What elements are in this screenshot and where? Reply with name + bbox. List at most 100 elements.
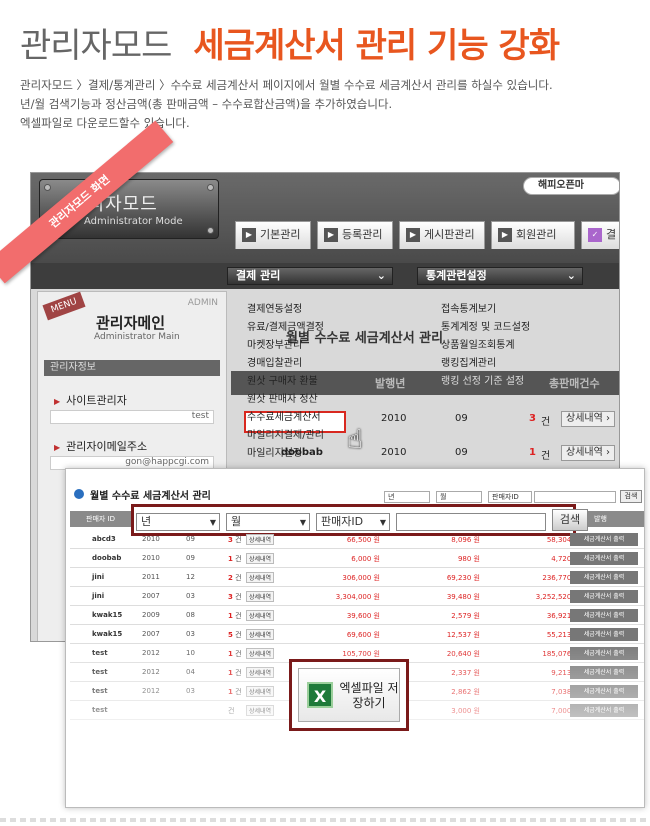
fee-cell: 8,096 원 [451,536,480,544]
seller-select[interactable]: 판매자ID ▼ [316,513,390,531]
month-cell: 09 [186,535,195,543]
select-value: 판매자ID [321,515,364,528]
bg-unit: 건 [541,451,551,462]
tab-register[interactable]: ▶ 등록관리 [317,221,393,249]
title-mode: 관리자모드 [20,26,172,66]
bg-detail-button[interactable]: 상세내역 › [561,411,615,427]
year-select[interactable]: 년 ▼ [136,513,220,531]
menu-item[interactable]: 마일리지결제/관리 [247,427,427,445]
tab-payment[interactable]: ✓ 결 [581,221,619,249]
count-cell: 2 건 [228,573,242,583]
description: 관리자모드 〉결제/통계관리 〉수수료 세금계산서 페이지에서 월별 수수료 세… [20,76,640,133]
detail-button[interactable]: 상세내역 [246,534,275,545]
count-unit: 건 [235,555,242,563]
chevron-down-icon: ▼ [209,518,216,527]
year-cell: 2011 [142,573,160,581]
print-invoice-button[interactable]: 세금계산서 출력 [570,533,638,546]
tab-label: 결 [606,228,617,241]
menu-item[interactable]: 접속통계보기 [441,301,619,319]
count-cell: 3 건 [228,592,242,602]
table-row: abcd3 2010 09 66,500 원 8,096 원 58,304 원 3 건 상세내… [70,531,644,549]
count-unit: 건 [235,612,242,620]
dropdown-label: 통계관련설정 [426,269,487,282]
menu-item[interactable]: 결제연동설정 [247,301,427,319]
excel-label: 엑셀파일 저장하기 [339,681,399,710]
button-label: 상세내역 [566,413,603,424]
menu-item[interactable]: 랭킹 선정 기준 설정 [441,373,619,391]
month-select[interactable]: 월 ▼ [226,513,310,531]
desc-line-3: 엑셀파일로 다운로드할수 있습니다. [20,116,190,130]
arrow-icon: ▶ [406,228,420,242]
menu-item[interactable]: 상품월일조회통계 [441,337,619,355]
table-row: doobab 2010 09 6,000 원 980 원 4,720 원 1 건 상세내역 세금… [70,550,644,568]
search-button[interactable]: 검색 [552,509,588,531]
button-label: 상세내역 [566,447,603,458]
detail-button[interactable]: 상세내역 [246,572,275,583]
sales-cell: 306,000 원 [342,574,380,582]
bg-detail-button[interactable]: 상세내역 › [561,445,615,461]
year-cell: 2010 [142,554,160,562]
stats-menu: 접속통계보기 통계계정 및 코드설정 상품월일조회통계 랭킹집계관리 랭킹 선정… [441,301,619,391]
arrow-icon: ▶ [242,228,256,242]
desc-line-2: 년/월 검색기능과 정산금액(총 판매금액 – 수수료합산금액)을 추가하였습니… [20,97,393,111]
tab-member[interactable]: ▶ 회원관리 [491,221,575,249]
net-cell: 4,720 원 [551,555,580,563]
month-cell: 03 [186,592,195,600]
menu-item[interactable]: 원삿 구매자 환불 [247,373,427,391]
print-invoice-button[interactable]: 세금계산서 출력 [570,552,638,565]
menu-tag: MENU [42,291,86,321]
site-admin-label: 사이트관리자 [54,392,127,408]
payment-dropdown[interactable]: 결제 관리 ⌄ [227,267,393,285]
mini-year-select[interactable]: 년 [384,491,430,503]
month-cell: 03 [186,630,195,638]
screw-icon [207,227,214,234]
fee-cell: 2,579 원 [451,612,480,620]
admin-tag: ADMIN [187,298,218,308]
detail-button[interactable]: 상세내역 [246,591,275,602]
detail-button[interactable]: 상세내역 [246,610,275,621]
menu-item[interactable]: 원삿 판매자 정산 [247,391,427,409]
payment-menu: 결제연동설정 유료/결제금액결정 마켓장부관리 경매입찰관리 원삿 구매자 환불… [247,301,427,463]
desc-line-1: 관리자모드 〉결제/통계관리 〉수수료 세금계산서 페이지에서 월별 수수료 세… [20,78,553,92]
table-row: kwak15 2009 08 39,600 원 2,579 원 36,921 원 1 건 상세… [70,607,644,625]
search-input[interactable] [396,513,546,531]
count-value: 1 [228,612,233,620]
print-invoice-button[interactable]: 세금계산서 출력 [570,609,638,622]
print-invoice-button[interactable]: 세금계산서 출력 [570,571,638,584]
count-value: 3 [228,593,233,601]
detail-button[interactable]: 상세내역 [246,553,275,564]
chevron-down-icon: ⌄ [566,269,576,282]
bg-count: 1 [529,447,536,458]
tab-basic[interactable]: ▶ 기본관리 [235,221,311,249]
logo-sub-text: Administrator Mode [84,216,183,227]
site-link[interactable]: 해피오픈마 [523,177,619,195]
menu-item[interactable]: 유료/결제금액결정 [247,319,427,337]
check-icon: ✓ [588,228,602,242]
menu-item-tax-invoice[interactable]: 수수료세금계산서 [247,409,427,427]
arrow-icon: ▶ [324,228,338,242]
tab-board[interactable]: ▶ 게시판관리 [399,221,485,249]
print-invoice-button[interactable]: 세금계산서 출력 [570,590,638,603]
stats-dropdown[interactable]: 통계관련설정 ⌄ [417,267,583,285]
mini-search-button[interactable]: 검색 [620,490,642,503]
select-value: 월 [231,515,242,528]
net-cell: 36,921 원 [546,612,580,620]
net-cell: 3,252,520 원 [535,593,580,601]
excel-download-button[interactable]: X 엑셀파일 저장하기 [298,668,400,722]
year-cell: 2010 [142,535,160,543]
th-issue: 발행 [594,515,607,523]
mini-seller-select[interactable]: 판매자ID [488,491,532,503]
year-cell: 2009 [142,611,160,619]
tab-label: 등록관리 [342,228,383,241]
net-cell: 58,304 원 [546,536,580,544]
tab-label: 게시판관리 [424,228,475,241]
mini-month-select[interactable]: 월 [436,491,482,503]
menu-item[interactable]: 마켓장부관리 [247,337,427,355]
screw-icon [44,184,51,191]
menu-item[interactable]: 통계계정 및 코드설정 [441,319,619,337]
menu-item[interactable]: 경매입찰관리 [247,355,427,373]
excel-icon: X [307,682,333,708]
mini-search-input[interactable] [534,491,616,503]
menu-item[interactable]: 랭킹집계관리 [441,355,619,373]
count-value: 2 [228,574,233,582]
